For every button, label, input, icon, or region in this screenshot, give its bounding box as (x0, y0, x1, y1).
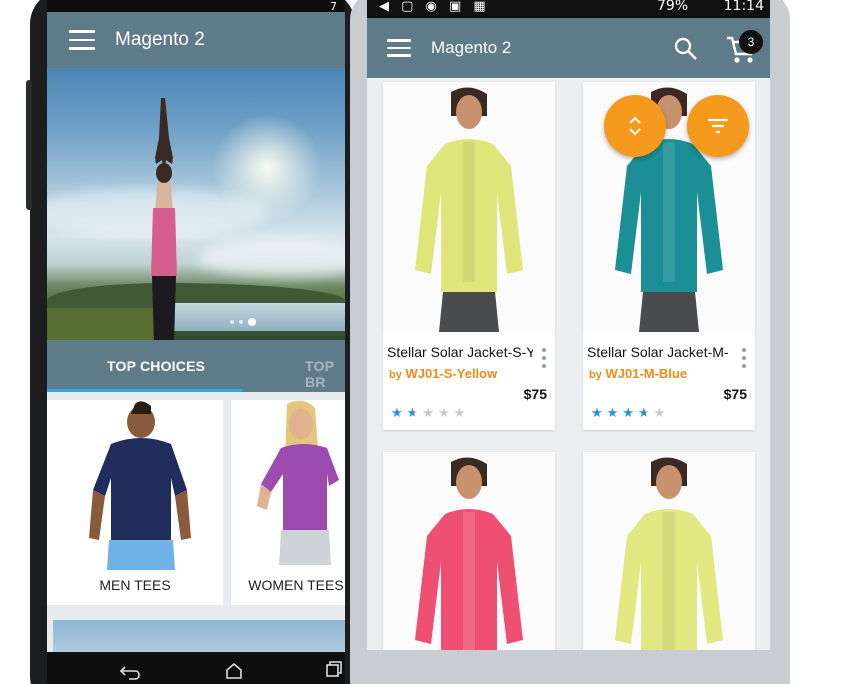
pagination-dot[interactable] (230, 320, 234, 324)
tab-top-choices[interactable]: TOP CHOICES (107, 358, 205, 374)
notification-icons: ◀ ▢ ◉ ▣ ▦ (379, 0, 490, 14)
sort-button[interactable] (604, 95, 666, 157)
star-icon: ★ (591, 406, 607, 421)
product-photo (383, 82, 555, 332)
filter-button[interactable] (687, 95, 749, 157)
product-image[interactable] (583, 452, 755, 650)
product-card[interactable] (383, 452, 555, 650)
right-status-bar: ◀ ▢ ◉ ▣ ▦ 79% 11:14 (367, 0, 770, 18)
category-card-women-tees[interactable]: WOMEN TEES (231, 400, 345, 605)
star-icon: ★ (606, 406, 623, 421)
category-label-men-tees: MEN TEES (99, 577, 171, 593)
category-card-men-tees[interactable]: MEN TEES (47, 400, 223, 605)
star-icon: ★ (437, 406, 454, 421)
women-tees-image (257, 400, 339, 565)
left-phone-screen: 7 Magento 2 TOP CHOICES TOP BR MEN TEES … (47, 0, 345, 652)
product-price: $75 (723, 386, 747, 402)
more-options-icon[interactable] (541, 348, 547, 368)
star-icon: ★ (453, 406, 470, 421)
cart-count-badge: 3 (739, 30, 763, 54)
left-nav-bar (47, 652, 345, 684)
sku-code: WJ01-S-Yellow (405, 366, 498, 381)
search-icon[interactable] (673, 36, 699, 62)
sku-prefix: by (589, 369, 602, 381)
product-photo (383, 452, 555, 650)
next-banner-preview[interactable] (53, 620, 345, 652)
hero-banner[interactable] (47, 68, 345, 340)
filter-icon (708, 118, 728, 134)
banner-pagination-dots (230, 318, 256, 326)
sku-prefix: by (389, 369, 402, 381)
hamburger-menu-icon[interactable] (387, 39, 411, 57)
home-icon[interactable] (225, 662, 243, 680)
more-options-icon[interactable] (741, 348, 747, 368)
banner-cloud (197, 238, 345, 278)
product-card[interactable] (583, 452, 755, 650)
rating-stars: ★★★★★ (591, 406, 669, 421)
right-phone-screen: ◀ ▢ ◉ ▣ ▦ 79% 11:14 Magento 2 3 Stellar … (367, 0, 770, 650)
product-photo (583, 452, 755, 650)
category-tab-bar: TOP CHOICES TOP BR (47, 340, 345, 392)
status-time: 7 (330, 0, 337, 12)
tab-indicator (47, 389, 242, 392)
hamburger-menu-icon[interactable] (69, 30, 95, 50)
banner-yoga-woman (151, 98, 177, 340)
app-title: Magento 2 (431, 38, 512, 57)
rating-stars: ★★★★★ (391, 406, 469, 421)
recent-apps-icon[interactable] (325, 660, 343, 678)
tab-top-brands[interactable]: TOP BR (305, 358, 345, 390)
battery-level: 79% (657, 0, 689, 14)
star-icon: ★ (422, 406, 438, 421)
product-image[interactable] (383, 452, 555, 650)
pagination-dot-active[interactable] (248, 318, 256, 326)
product-name[interactable]: Stellar Solar Jacket-M- (587, 344, 733, 360)
men-tees-image (89, 401, 191, 570)
left-status-bar: 7 (47, 0, 345, 12)
status-clock: 11:14 (723, 0, 764, 14)
banner-lake (167, 303, 345, 331)
product-card[interactable]: Stellar Solar Jacket-S-Y by WJ01-S-Yello… (383, 82, 555, 430)
star-icon: ★ (637, 406, 654, 421)
product-sku: by WJ01-M-Blue (589, 366, 687, 381)
side-button (26, 80, 32, 210)
category-label-women-tees: WOMEN TEES (248, 577, 344, 593)
app-title: Magento 2 (115, 29, 205, 50)
screenshot-stage: 7 Magento 2 TOP CHOICES TOP BR MEN TEES … (0, 0, 845, 684)
star-icon: ★ (622, 406, 638, 421)
sort-icon (629, 116, 641, 136)
left-app-bar: Magento 2 (47, 12, 345, 68)
star-icon: ★ (391, 406, 407, 421)
product-image[interactable] (383, 82, 555, 332)
star-icon: ★ (653, 406, 670, 421)
right-app-bar: Magento 2 3 (367, 18, 770, 78)
sku-code: WJ01-M-Blue (605, 366, 688, 381)
star-icon: ★ (406, 406, 423, 421)
back-icon[interactable] (119, 664, 141, 680)
product-name[interactable]: Stellar Solar Jacket-S-Y (387, 344, 533, 360)
product-price: $75 (523, 386, 547, 402)
product-sku: by WJ01-S-Yellow (389, 366, 497, 381)
pagination-dot[interactable] (239, 320, 243, 324)
